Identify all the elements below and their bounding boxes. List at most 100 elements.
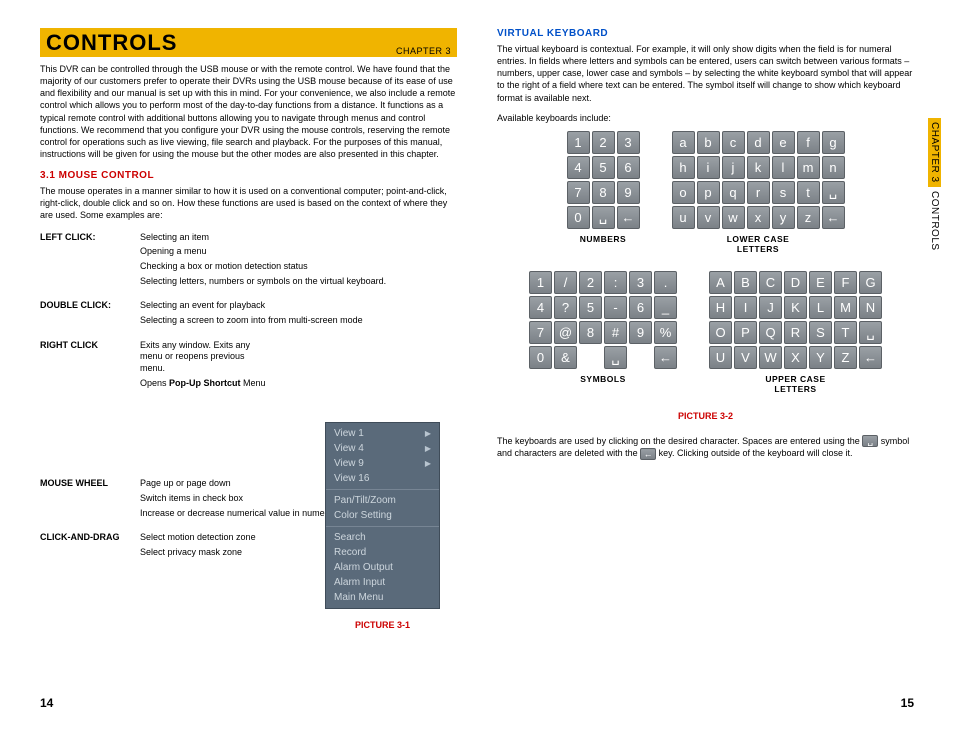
keyboard-key[interactable]: C (759, 271, 782, 294)
keyboard-key[interactable]: 5 (579, 296, 602, 319)
backspace-key[interactable]: ← (859, 346, 882, 369)
space-key[interactable]: ␣ (604, 346, 627, 369)
menu-item[interactable]: View 1▶ (326, 426, 439, 441)
keyboard-key[interactable]: 6 (629, 296, 652, 319)
keyboard-key[interactable]: W (759, 346, 782, 369)
keyboard-key[interactable]: Z (834, 346, 857, 369)
keyboard-key[interactable]: y (772, 206, 795, 229)
keyboard-key[interactable]: M (834, 296, 857, 319)
keyboard-key[interactable]: 1 (529, 271, 552, 294)
keyboard-key[interactable]: E (809, 271, 832, 294)
keyboard-key[interactable]: o (672, 181, 695, 204)
keyboard-key[interactable]: ? (554, 296, 577, 319)
keyboard-key[interactable]: : (604, 271, 627, 294)
menu-item[interactable]: View 4▶ (326, 441, 439, 456)
keyboard-key[interactable]: i (697, 156, 720, 179)
keyboard-key[interactable]: 9 (629, 321, 652, 344)
keyboard-key[interactable]: 2 (579, 271, 602, 294)
keyboard-key[interactable]: 2 (592, 131, 615, 154)
keyboard-key[interactable]: z (797, 206, 820, 229)
keyboard-key[interactable]: x (747, 206, 770, 229)
keyboard-key[interactable]: a (672, 131, 695, 154)
keyboard-key[interactable]: 8 (592, 181, 615, 204)
keyboard-key[interactable]: V (734, 346, 757, 369)
keyboard-key[interactable]: t (797, 181, 820, 204)
menu-item[interactable]: Record (326, 545, 439, 560)
keyboard-key[interactable]: 5 (592, 156, 615, 179)
keyboard-key[interactable]: Q (759, 321, 782, 344)
keyboard-key[interactable]: / (554, 271, 577, 294)
keyboard-key[interactable]: T (834, 321, 857, 344)
keyboard-key[interactable]: u (672, 206, 695, 229)
keyboard-key[interactable]: - (604, 296, 627, 319)
keyboard-key[interactable]: 7 (567, 181, 590, 204)
keyboard-key[interactable]: v (697, 206, 720, 229)
keyboard-key[interactable]: X (784, 346, 807, 369)
keyboard-key[interactable]: Y (809, 346, 832, 369)
backspace-key[interactable]: ← (654, 346, 677, 369)
keyboard-key[interactable]: w (722, 206, 745, 229)
keyboard-key[interactable]: S (809, 321, 832, 344)
space-key[interactable]: ␣ (822, 181, 845, 204)
space-key[interactable]: ␣ (859, 321, 882, 344)
keyboard-key[interactable]: @ (554, 321, 577, 344)
backspace-key[interactable]: ← (822, 206, 845, 229)
keyboard-key[interactable]: s (772, 181, 795, 204)
keyboard-key[interactable]: _ (654, 296, 677, 319)
menu-item[interactable]: Search (326, 530, 439, 545)
keyboard-key[interactable]: K (784, 296, 807, 319)
keyboard-key[interactable]: f (797, 131, 820, 154)
keyboard-key[interactable]: c (722, 131, 745, 154)
space-key[interactable]: ␣ (592, 206, 615, 229)
keyboard-key[interactable]: h (672, 156, 695, 179)
keyboard-key[interactable]: % (654, 321, 677, 344)
keyboard-key[interactable]: 3 (617, 131, 640, 154)
keyboard-key[interactable]: 6 (617, 156, 640, 179)
keyboard-key[interactable]: 0 (567, 206, 590, 229)
keyboard-key[interactable]: 1 (567, 131, 590, 154)
keyboard-key[interactable]: O (709, 321, 732, 344)
keyboard-key[interactable]: L (809, 296, 832, 319)
keyboard-key[interactable]: n (822, 156, 845, 179)
keyboard-key[interactable]: k (747, 156, 770, 179)
keyboard-key[interactable]: d (747, 131, 770, 154)
keyboard-key[interactable]: B (734, 271, 757, 294)
keyboard-key[interactable]: R (784, 321, 807, 344)
keyboard-key[interactable]: P (734, 321, 757, 344)
keyboard-key[interactable]: G (859, 271, 882, 294)
menu-item[interactable]: Main Menu (326, 590, 439, 605)
keyboard-key[interactable]: U (709, 346, 732, 369)
keyboard-key[interactable]: e (772, 131, 795, 154)
menu-item[interactable]: Alarm Output (326, 560, 439, 575)
keyboard-key[interactable]: p (697, 181, 720, 204)
keyboard-key[interactable]: 3 (629, 271, 652, 294)
keyboard-key[interactable]: . (654, 271, 677, 294)
keyboard-key[interactable]: 8 (579, 321, 602, 344)
keyboard-key[interactable]: b (697, 131, 720, 154)
keyboard-key[interactable]: I (734, 296, 757, 319)
keyboard-key[interactable]: F (834, 271, 857, 294)
keyboard-key[interactable]: 4 (529, 296, 552, 319)
menu-item[interactable]: View 9▶ (326, 456, 439, 471)
menu-item[interactable]: Color Setting (326, 508, 439, 523)
keyboard-key[interactable]: 9 (617, 181, 640, 204)
keyboard-key[interactable]: q (722, 181, 745, 204)
keyboard-key[interactable]: H (709, 296, 732, 319)
keyboard-key[interactable]: m (797, 156, 820, 179)
keyboard-key[interactable]: r (747, 181, 770, 204)
keyboard-key[interactable]: A (709, 271, 732, 294)
menu-item[interactable]: Alarm Input (326, 575, 439, 590)
keyboard-key[interactable]: l (772, 156, 795, 179)
keyboard-key[interactable]: 0 (529, 346, 552, 369)
keyboard-key[interactable]: N (859, 296, 882, 319)
keyboard-key[interactable]: 7 (529, 321, 552, 344)
menu-item[interactable]: View 16 (326, 471, 439, 486)
keyboard-key[interactable]: j (722, 156, 745, 179)
keyboard-key[interactable]: & (554, 346, 577, 369)
keyboard-key[interactable]: D (784, 271, 807, 294)
keyboard-key[interactable]: 4 (567, 156, 590, 179)
keyboard-key[interactable]: g (822, 131, 845, 154)
keyboard-key[interactable]: J (759, 296, 782, 319)
menu-item[interactable]: Pan/Tilt/Zoom (326, 493, 439, 508)
keyboard-key[interactable]: # (604, 321, 627, 344)
